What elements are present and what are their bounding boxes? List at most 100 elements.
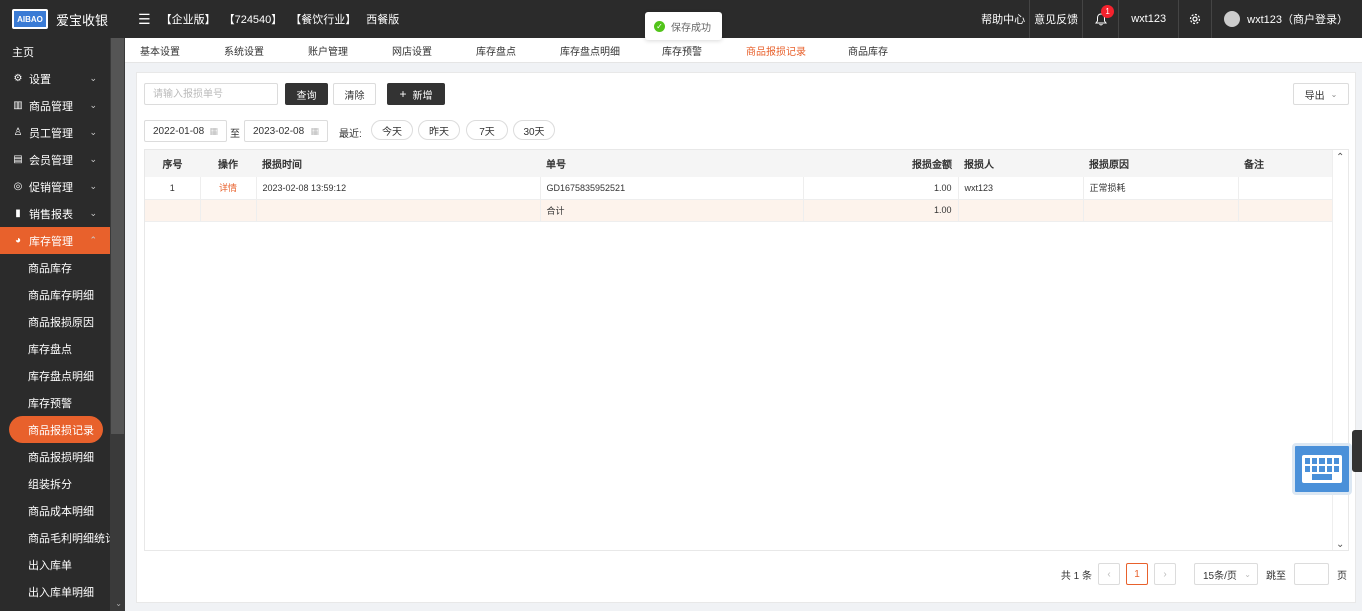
date-to-value: 2023-02-08 [253, 125, 305, 137]
sidebar-item-label: 销售报表 [29, 208, 73, 221]
chevron-down-icon: ⌄ [89, 100, 97, 110]
success-toast: ✓ 保存成功 [645, 12, 722, 40]
chevron-down-icon: ⌄ [89, 208, 97, 218]
sidebar-sub-item-active[interactable]: 商品报损记录 [9, 416, 103, 443]
date-to-picker[interactable]: 2023-02-08 ▦ [244, 120, 328, 142]
chevron-down-icon: ⌄ [1244, 569, 1251, 579]
sidebar-sub-item[interactable]: 组装拆分 [0, 470, 125, 497]
page-size-select[interactable]: 15条/页 ⌄ [1194, 563, 1258, 585]
sidebar-item-staff[interactable]: ♙ 员工管理 ⌄ [0, 119, 125, 146]
prev-page-button[interactable]: ‹ [1098, 563, 1120, 585]
sidebar-scroll-thumb[interactable] [111, 38, 124, 434]
industry-label: 【餐饮行业】 [290, 14, 357, 26]
tab-loss-records[interactable]: 商品报损记录 [746, 43, 806, 58]
sidebar-item-inventory[interactable]: ◕ 库存管理 ⌃ [0, 227, 125, 254]
sidebar-sub-item[interactable]: 出入库单 [0, 551, 125, 578]
feedback-link[interactable]: 意见反馈 [1029, 0, 1082, 38]
avatar [1224, 11, 1241, 27]
summary-label: 合计 [540, 199, 804, 222]
gear-icon: ⚙ [13, 73, 23, 84]
detail-link[interactable]: 详情 [200, 177, 257, 200]
tab-system-settings[interactable]: 系统设置 [224, 43, 264, 58]
sidebar-sub-item[interactable]: 商品成本明细 [0, 497, 125, 524]
sidebar-scrollbar[interactable]: ⌄ [110, 38, 125, 611]
chevron-right-icon: › [1163, 568, 1167, 580]
sidebar-item-home[interactable]: 主页 [0, 38, 125, 65]
virtual-keyboard-button[interactable] [1292, 443, 1352, 495]
sidebar-sub-item[interactable]: 商品报损明细 [0, 443, 125, 470]
next-page-button[interactable]: › [1154, 563, 1176, 585]
sidebar-sub-item[interactable]: 商品毛利明细统计 [0, 524, 125, 551]
sidebar-sub-item[interactable]: 库存预警 [0, 389, 125, 416]
loss-records-table: 序号 操作 报损时间 单号 报损金额 报损人 报损原因 备注 1 详情 2023… [144, 149, 1349, 551]
sidebar-sub-item[interactable]: 商品库存 [0, 254, 125, 281]
query-button[interactable]: 查询 [285, 83, 328, 105]
total-count: 共 1 条 [1060, 570, 1092, 582]
tab-online-store[interactable]: 网店设置 [392, 43, 432, 58]
sidebar-item-members[interactable]: ▤ 会员管理 ⌄ [0, 146, 125, 173]
page-number-button[interactable]: 1 [1126, 563, 1148, 585]
cell-index: 1 [145, 177, 201, 200]
menu-toggle-icon[interactable]: ☰ [138, 11, 151, 28]
sidebar-item-label: 主页 [12, 46, 34, 59]
chevron-up-icon[interactable]: ⌃ [1336, 152, 1344, 163]
tab-stocktake-detail[interactable]: 库存盘点明细 [560, 43, 620, 58]
user-shortcut[interactable]: wxt123 [1118, 0, 1178, 38]
recent-label: 最近: [339, 129, 362, 140]
summary-cell-empty [958, 199, 1084, 222]
date-range-separator: 至 [230, 129, 240, 140]
sidebar-item-label: 促销管理 [29, 181, 73, 194]
cell-note [1238, 177, 1333, 200]
export-button-label: 导出 [1304, 90, 1325, 102]
sidebar-item-promotions[interactable]: ◎ 促销管理 ⌄ [0, 173, 125, 200]
chevron-left-icon: ‹ [1107, 568, 1111, 580]
sidebar-sub-item[interactable]: 出入库单明细 [0, 578, 125, 605]
summary-amount: 1.00 [803, 199, 959, 222]
side-drawer-handle[interactable] [1352, 430, 1362, 472]
account-menu[interactable]: wxt123（商户登录） [1212, 11, 1362, 27]
tab-stock-alert[interactable]: 库存预警 [662, 43, 702, 58]
jump-page-input[interactable] [1294, 563, 1329, 585]
tab-basic-settings[interactable]: 基本设置 [140, 43, 180, 58]
summary-cell-empty [256, 199, 541, 222]
quick-30days-button[interactable]: 30天 [513, 120, 555, 140]
chevron-up-icon: ⌃ [89, 235, 97, 245]
chevron-down-icon: ⌄ [89, 154, 97, 164]
pie-chart-icon: ◕ [14, 235, 22, 246]
tab-product-stock[interactable]: 商品库存 [848, 43, 888, 58]
chevron-down-icon[interactable]: ⌄ [1336, 539, 1344, 550]
export-button[interactable]: 导出 ⌄ [1293, 83, 1349, 105]
sidebar-sub-item[interactable]: 库存盘点明细 [0, 362, 125, 389]
chevron-down-icon[interactable]: ⌄ [115, 599, 122, 608]
sidebar-item-products[interactable]: ▥ 商品管理 ⌄ [0, 92, 125, 119]
logo-text: AIBAO [17, 14, 43, 24]
notification-button[interactable]: 1 [1082, 0, 1118, 38]
sidebar-item-label: 商品管理 [29, 100, 73, 113]
col-header-index: 序号 [145, 150, 200, 177]
date-from-value: 2022-01-08 [153, 125, 205, 137]
page-tabs: 基本设置 系统设置 账户管理 网店设置 库存盘点 库存盘点明细 库存预警 商品报… [125, 38, 1362, 63]
quick-7days-button[interactable]: 7天 [466, 120, 508, 140]
quick-yesterday-button[interactable]: 昨天 [418, 120, 460, 140]
sidebar-item-label: 设置 [29, 73, 51, 86]
clear-button[interactable]: 清除 [333, 83, 376, 105]
date-from-picker[interactable]: 2022-01-08 ▦ [144, 120, 227, 142]
search-input[interactable] [144, 83, 278, 105]
settings-button[interactable] [1178, 0, 1213, 38]
sidebar-sub-item[interactable]: 商品报损原因 [0, 308, 125, 335]
add-button[interactable]: + 新增 [387, 83, 445, 105]
tab-account-management[interactable]: 账户管理 [308, 43, 348, 58]
calendar-icon: ▦ [310, 125, 319, 136]
keyboard-icon [1302, 455, 1342, 483]
sidebar-item-sales-reports[interactable]: ▮ 销售报表 ⌄ [0, 200, 125, 227]
quick-today-button[interactable]: 今天 [371, 120, 413, 140]
help-center-link[interactable]: 帮助中心 [977, 0, 1029, 38]
sidebar-item-settings[interactable]: ⚙ 设置 ⌄ [0, 65, 125, 92]
tab-stocktake[interactable]: 库存盘点 [476, 43, 516, 58]
cell-reason: 正常损耗 [1083, 177, 1239, 200]
brand-logo: AIBAO [12, 9, 48, 29]
sidebar-sub-item[interactable]: 商品库存明细 [0, 281, 125, 308]
sidebar-sub-item[interactable]: 库存盘点 [0, 335, 125, 362]
edition-label: 【企业版】 [160, 14, 216, 26]
jump-label: 跳至 [1266, 570, 1286, 582]
